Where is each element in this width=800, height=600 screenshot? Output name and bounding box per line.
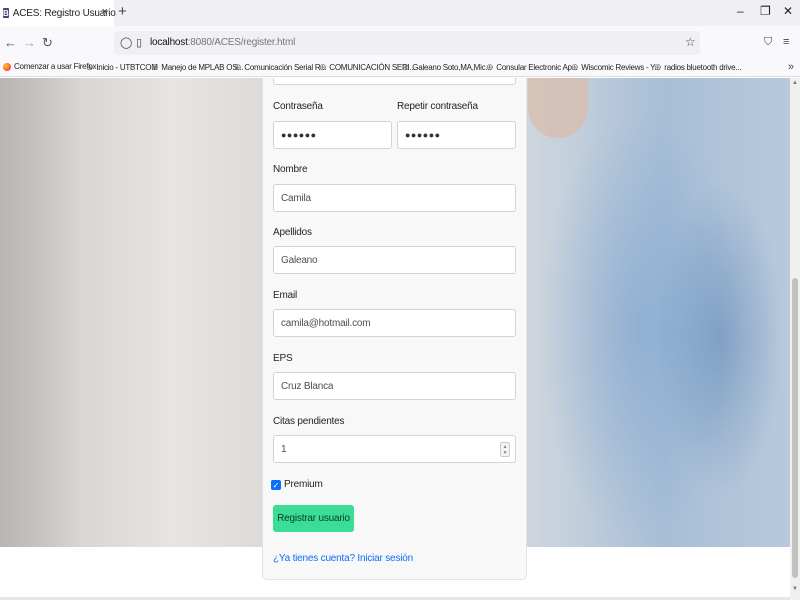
bookmark-item[interactable]: ⊕ Inicio - UTBTCOM — [86, 62, 158, 73]
email-field[interactable]: camila@hotmail.com — [273, 309, 516, 337]
partial-top-field[interactable] — [273, 78, 516, 85]
hero-arm — [528, 78, 588, 138]
password-label: Contraseña — [273, 101, 323, 112]
register-card: Contraseña Repetir contraseña ●●●●●● ●●●… — [262, 78, 527, 580]
menu-icon[interactable]: ≡ — [783, 36, 789, 48]
bookmark-item[interactable]: ⊕ Wiscomic Reviews - Y... — [571, 62, 660, 73]
login-link[interactable]: ¿Ya tienes cuenta? Iniciar sesión — [273, 553, 413, 564]
scroll-down-icon[interactable]: ▼ — [792, 586, 798, 592]
bookmark-star-icon[interactable]: ☆ — [685, 35, 696, 49]
forward-icon[interactable]: → — [23, 35, 36, 50]
bookmarks-toolbar: Comenzar a usar Firefox ⊕ Inicio - UTBTCO… — [0, 60, 800, 77]
vertical-scrollbar[interactable]: ▲ ▼ — [790, 78, 800, 600]
premium-label: Premium — [284, 479, 323, 490]
globe-icon: ⊕ — [319, 62, 327, 72]
url-text[interactable]: localhost:8080/ACES/register.html — [150, 37, 295, 48]
bookmark-label: radios bluetooth drive... — [664, 63, 742, 72]
close-tab-icon[interactable]: × — [102, 6, 108, 18]
bookmark-item[interactable]: ⊕ radios bluetooth drive... — [654, 62, 741, 73]
spinner-arrows-icon[interactable]: ▲ ▼ — [500, 442, 510, 457]
name-field[interactable]: Camila — [273, 184, 516, 212]
bookmark-item[interactable]: ⊕ COMUNICACIÓN SERI... — [319, 62, 416, 73]
tab-bar: B ACES: Registro Usuario × + – ❐ ✕ — [0, 0, 800, 26]
bookmark-item[interactable]: Comenzar a usar Firefox — [3, 62, 97, 71]
new-tab-icon[interactable]: + — [118, 3, 127, 20]
globe-icon: ⊕ — [86, 62, 94, 72]
eps-field[interactable]: Cruz Blanca — [273, 372, 516, 400]
repeat-password-field[interactable]: ●●●●●● — [397, 121, 516, 149]
bookmark-label: Galeano Soto,MA,Mic... — [412, 63, 492, 72]
firefox-icon — [3, 62, 11, 71]
globe-icon: ⊕ — [151, 62, 159, 72]
bookmark-label: Comunicación Serial R... — [244, 63, 327, 72]
scroll-thumb[interactable] — [792, 278, 798, 578]
close-window-icon[interactable]: ✕ — [783, 4, 793, 18]
appointments-stepper[interactable]: 1 ▲ ▼ — [273, 435, 516, 463]
repeat-password-label: Repetir contraseña — [397, 101, 478, 112]
bookmark-item[interactable]: ⊕ Galeano Soto,MA,Mic... — [402, 62, 492, 73]
tab-registro-usuario[interactable]: B ACES: Registro Usuario × — [0, 0, 116, 26]
tab-title: ACES: Registro Usuario — [12, 7, 116, 19]
reload-icon[interactable]: ↻ — [42, 35, 53, 51]
bookmark-label: Wiscomic Reviews - Y... — [581, 63, 661, 72]
url-path: :8080/ACES/register.html — [187, 37, 296, 48]
restore-icon[interactable]: ❐ — [760, 4, 771, 18]
url-host: localhost — [150, 37, 188, 48]
bookmark-item[interactable]: ⊕ Manejo de MPLAB OS... — [151, 62, 243, 73]
globe-icon: ⊕ — [486, 62, 494, 72]
bookmark-label: Comenzar a usar Firefox — [14, 62, 97, 71]
bookmark-label: Manejo de MPLAB OS... — [161, 63, 244, 72]
lastname-label: Apellidos — [273, 227, 312, 238]
bookmark-item[interactable]: ⊕ Comunicación Serial R... — [234, 62, 327, 73]
globe-icon: ⊕ — [654, 62, 662, 72]
password-field[interactable]: ●●●●●● — [273, 121, 392, 149]
bookmark-label: Inicio - UTBTCOM — [96, 63, 158, 72]
premium-checkbox[interactable]: ✓ — [271, 480, 281, 490]
appointments-label: Citas pendientes — [273, 416, 345, 427]
tracking-shield-icon[interactable]: ◯ — [120, 36, 132, 49]
eps-label: EPS — [273, 353, 293, 364]
bootstrap-favicon-icon: B — [3, 8, 9, 18]
globe-icon: ⊕ — [234, 62, 242, 72]
email-label: Email — [273, 290, 298, 301]
scroll-up-icon[interactable]: ▲ — [792, 80, 798, 86]
globe-icon: ⊕ — [571, 62, 579, 72]
appointments-value: 1 — [281, 443, 287, 455]
pocket-icon[interactable]: ⛉ — [764, 36, 772, 49]
bookmark-label: Consular Electronic Ap... — [496, 63, 578, 72]
minimize-icon[interactable]: – — [737, 4, 744, 18]
globe-icon: ⊕ — [402, 62, 410, 72]
more-bookmarks-icon[interactable]: » — [788, 61, 794, 73]
page-info-icon[interactable]: ▯ — [136, 36, 142, 49]
back-icon[interactable]: ← — [4, 35, 17, 50]
lastname-field[interactable]: Galeano — [273, 246, 516, 274]
page-viewport: Contraseña Repetir contraseña ●●●●●● ●●●… — [0, 78, 790, 600]
register-user-button[interactable]: Registrar usuario — [273, 505, 354, 532]
hero-shade — [0, 78, 80, 547]
name-label: Nombre — [273, 164, 308, 175]
bookmark-item[interactable]: ⊕ Consular Electronic Ap... — [486, 62, 578, 73]
